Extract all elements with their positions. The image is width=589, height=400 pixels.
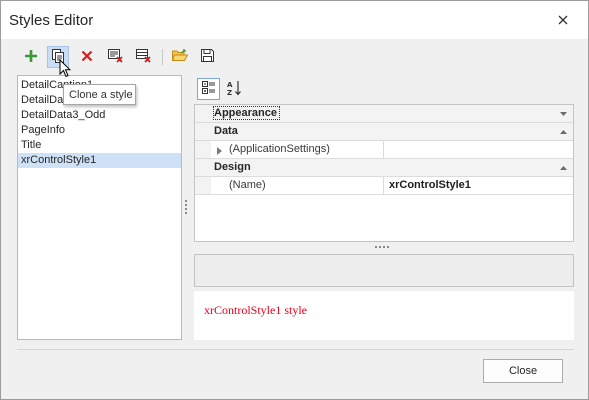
list-item[interactable]: Title <box>18 138 181 153</box>
add-style-button[interactable] <box>20 46 42 68</box>
save-icon <box>200 49 214 65</box>
style-preview-text: xrControlStyle1 style <box>204 303 307 317</box>
category-appearance[interactable]: Appearance <box>195 105 573 123</box>
purge-styles-button[interactable] <box>105 46 127 68</box>
sort-az-icon: A Z <box>226 80 242 99</box>
close-icon[interactable] <box>550 8 576 32</box>
property-description-panel <box>194 254 574 287</box>
svg-text:Z: Z <box>227 89 232 96</box>
category-label: Data <box>214 125 238 137</box>
property-grid: Appearance Data (ApplicationSettings) De… <box>194 104 574 242</box>
clear-icon <box>136 48 152 66</box>
clear-styles-button[interactable] <box>133 46 155 68</box>
delete-style-button[interactable] <box>76 46 98 68</box>
list-item[interactable]: DetailData3_Odd <box>18 108 181 123</box>
footer-divider <box>17 349 574 350</box>
styles-toolbar <box>17 43 227 71</box>
collapse-arrow-icon[interactable] <box>559 163 568 172</box>
svg-text:A: A <box>227 81 233 89</box>
list-item[interactable]: PageInfo <box>18 123 181 138</box>
expand-arrow-icon[interactable] <box>559 109 568 118</box>
property-row[interactable]: (Name) xrControlStyle1 <box>195 177 573 195</box>
plus-icon <box>24 49 38 66</box>
toolbar-separator <box>162 49 163 65</box>
property-name: (ApplicationSettings) <box>211 141 384 158</box>
load-styles-button[interactable] <box>169 46 191 68</box>
close-button[interactable]: Close <box>483 359 563 383</box>
category-data[interactable]: Data <box>195 123 573 141</box>
property-value[interactable]: xrControlStyle1 <box>385 177 573 194</box>
delete-icon <box>81 50 93 65</box>
categorized-icon <box>201 80 216 98</box>
property-name: (Name) <box>211 177 384 194</box>
alphabetical-view-button[interactable]: A Z <box>222 78 245 100</box>
purge-icon <box>108 48 124 66</box>
property-value[interactable] <box>385 141 573 158</box>
style-preview-panel: xrControlStyle1 style <box>194 291 574 340</box>
collapse-arrow-icon[interactable] <box>559 127 568 136</box>
save-styles-button[interactable] <box>196 46 218 68</box>
window-title: Styles Editor <box>9 12 94 29</box>
list-item-selected[interactable]: xrControlStyle1 <box>18 153 181 168</box>
title-bar: Styles Editor <box>1 1 588 39</box>
styles-editor-window: Styles Editor DetailCaption1 DetailData1… <box>0 0 589 400</box>
vertical-splitter[interactable] <box>184 199 189 215</box>
open-folder-icon <box>171 49 189 65</box>
tooltip: Clone a style <box>63 84 136 105</box>
property-row[interactable]: (ApplicationSettings) <box>195 141 573 159</box>
style-list[interactable]: DetailCaption1 DetailData1 DetailData3_O… <box>17 75 182 340</box>
categorized-view-button[interactable] <box>197 78 220 100</box>
mouse-cursor-icon <box>59 58 72 81</box>
property-grid-toolbar: A Z <box>194 75 574 103</box>
category-design[interactable]: Design <box>195 159 573 177</box>
horizontal-splitter[interactable] <box>375 245 391 250</box>
category-label: Design <box>214 161 251 173</box>
category-label: Appearance <box>213 106 280 120</box>
